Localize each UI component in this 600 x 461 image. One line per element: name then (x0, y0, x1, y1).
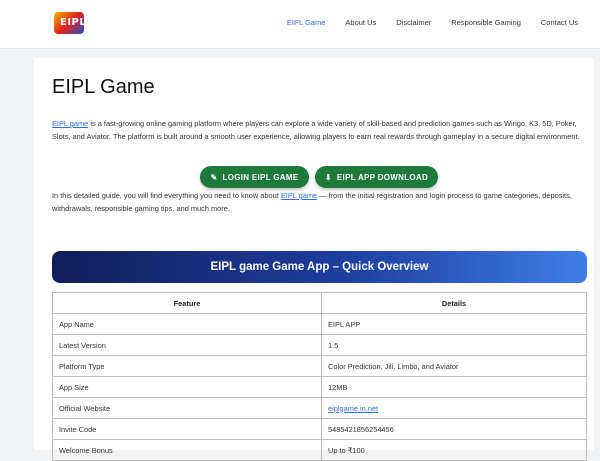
download-icon: ⬇ (324, 172, 332, 182)
intro-text: is a fast-growing online gaming platform… (52, 119, 580, 141)
details-cell: 1.5 (321, 334, 587, 356)
feature-cell: App Size (52, 376, 322, 398)
feature-cell: App Name (52, 313, 322, 335)
details-cell: 5485421856254456 (321, 418, 587, 440)
nav-eipl-game[interactable]: EIPL Game (287, 18, 326, 27)
intro-link[interactable]: EIPL game (52, 119, 88, 128)
table-row: App Name EIPL APP (52, 313, 587, 335)
details-cell: Up to ₹100 (321, 439, 587, 461)
download-button[interactable]: ⬇ EIPL APP DOWNLOAD (315, 166, 438, 188)
top-navbar: EIPL EIPL Game About Us Disclaimer Respo… (0, 0, 600, 49)
table-row: Official Website eiplgame.in.net (52, 397, 587, 419)
page-title: EIPL Game (52, 76, 155, 98)
guide-paragraph: In this detailed guide, you will find ev… (52, 189, 584, 215)
table-row: Invite Code 5485421856254456 (52, 418, 587, 440)
details-cell: 12MB (321, 376, 587, 398)
table-row: Platform Type Color Prediction, Jili, Li… (52, 355, 587, 377)
login-button[interactable]: ✎ LOGIN EIPL GAME (200, 166, 309, 188)
details-column-header: Details (321, 292, 587, 314)
download-button-label: EIPL APP DOWNLOAD (336, 172, 429, 182)
app-info-table: Feature Details App Name EIPL APP Latest… (52, 292, 587, 461)
details-cell: EIPL APP (321, 313, 587, 335)
feature-cell: Welcome Bonus (52, 439, 322, 461)
details-cell: Color Prediction, Jili, Limbo, and Aviat… (321, 355, 587, 377)
nav-contact-us[interactable]: Contact Us (541, 18, 578, 27)
table-row: Welcome Bonus Up to ₹100 (52, 439, 587, 461)
table-row: App Size 12MB (52, 376, 587, 398)
table-row: Latest Version 1.5 (52, 334, 587, 356)
feature-cell: Platform Type (52, 355, 322, 377)
table-header-row: Feature Details (52, 292, 587, 314)
login-button-label: LOGIN EIPL GAME (222, 172, 299, 182)
logo-text: EIPL (60, 17, 87, 28)
overview-banner: EIPL game Game App – Quick Overview (52, 251, 587, 283)
guide-link[interactable]: EIPL game (281, 191, 317, 200)
feature-cell: Invite Code (52, 418, 322, 440)
feature-cell: Official Website (52, 397, 322, 419)
website-link[interactable]: eiplgame.in.net (321, 397, 587, 419)
nav-disclaimer[interactable]: Disclaimer (396, 18, 431, 27)
intro-paragraph: EIPL game is a fast-growing online gamin… (52, 117, 584, 143)
site-logo[interactable]: EIPL (54, 12, 87, 34)
feature-cell: Latest Version (52, 334, 322, 356)
guide-text-before: In this detailed guide, you will find ev… (52, 191, 281, 200)
main-nav: EIPL Game About Us Disclaimer Responsibl… (267, 18, 578, 27)
nav-responsible-gaming[interactable]: Responsible Gaming (451, 18, 521, 27)
pencil-icon: ✎ (210, 172, 218, 182)
nav-about-us[interactable]: About Us (345, 18, 376, 27)
feature-column-header: Feature (52, 292, 322, 314)
